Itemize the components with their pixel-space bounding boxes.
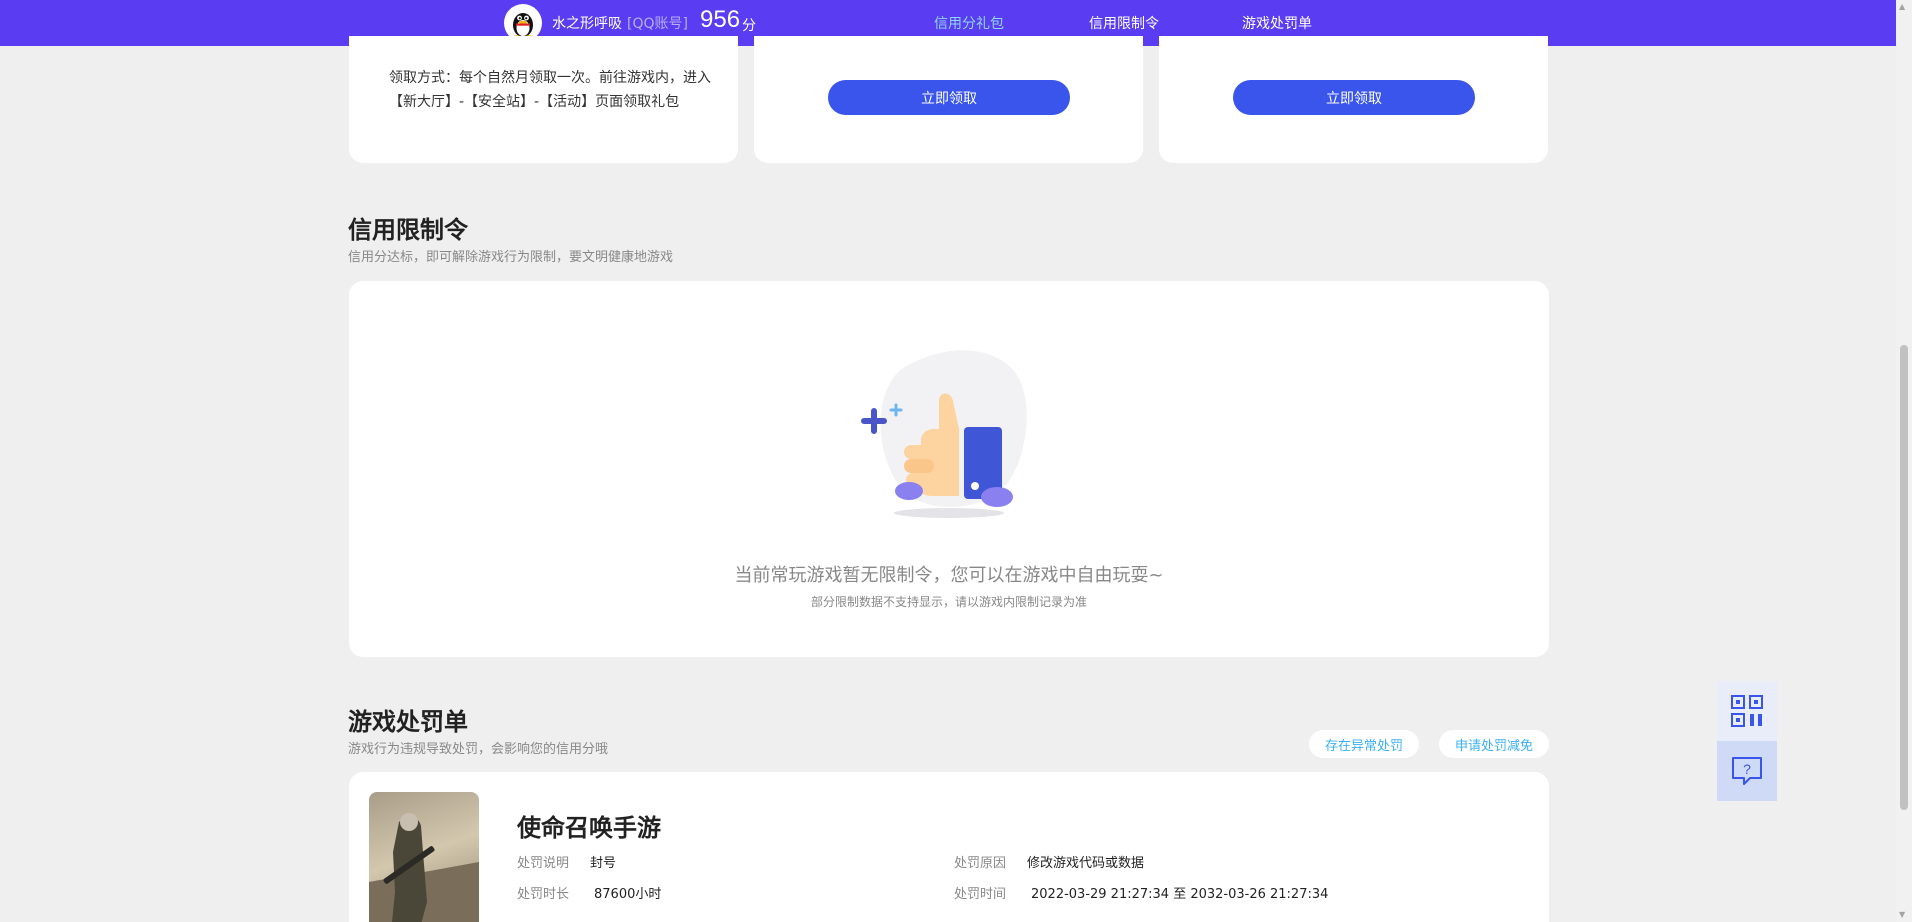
penalty-duration-label: 处罚时长 <box>517 887 570 902</box>
penalty-section-title: 游戏处罚单 <box>348 708 468 736</box>
game-cover-image <box>369 792 479 922</box>
penalty-desc-value: 封号 <box>590 856 617 871</box>
qr-code-button[interactable] <box>1717 681 1777 741</box>
penalty-card: 使命召唤手游 处罚说明 封号 处罚原因 修改游戏代码或数据 处罚时长 87600… <box>349 772 1549 922</box>
restriction-section-subtitle: 信用分达标，即可解除游戏行为限制，要文明健康地游戏 <box>348 250 674 265</box>
scroll-up-icon[interactable]: ▲ <box>1899 2 1905 11</box>
abnormal-penalty-button[interactable]: 存在异常处罚 <box>1309 730 1419 758</box>
username: 水之形呼吸 <box>552 16 622 32</box>
thumbs-up-illustration-icon <box>861 350 1027 518</box>
penalty-section-subtitle: 游戏行为违规导致处罚，会影响您的信用分哦 <box>348 742 609 757</box>
claim-now-button[interactable]: 立即领取 <box>828 80 1070 115</box>
scroll-down-icon[interactable]: ▼ <box>1899 910 1905 919</box>
restriction-section-title: 信用限制令 <box>348 216 468 244</box>
svg-text:?: ? <box>1743 761 1751 777</box>
appeal-penalty-button[interactable]: 申请处罚减免 <box>1439 730 1549 758</box>
penalty-reason-value: 修改游戏代码或数据 <box>1027 856 1145 871</box>
help-chat-icon: ? <box>1732 757 1762 785</box>
scrollbar-thumb[interactable] <box>1900 345 1908 810</box>
credit-score-unit: 分 <box>742 18 756 34</box>
tab-game-penalty[interactable]: 游戏处罚单 <box>1242 13 1312 33</box>
penalty-time-value: 2022-03-29 21:27:34 至 2032-03-26 21:27:3… <box>1031 887 1329 902</box>
tab-credit-restriction[interactable]: 信用限制令 <box>1089 13 1159 33</box>
account-type-label: [QQ账号] <box>627 16 688 32</box>
restriction-empty-message: 当前常玩游戏暂无限制令，您可以在游戏中自由玩耍~ <box>734 565 1164 586</box>
help-button[interactable]: ? <box>1717 741 1777 801</box>
penalty-time-label: 处罚时间 <box>954 887 1007 902</box>
gift-card-claim-info: 领取方式：每个自然月领取一次。前往游戏内，进入【新大厅】-【安全站】-【活动】页… <box>349 36 738 163</box>
qr-code-icon <box>1731 695 1763 727</box>
gift-card-2: 立即领取 <box>754 36 1143 163</box>
tab-credit-gift[interactable]: 信用分礼包 <box>934 13 1004 33</box>
penalty-reason-label: 处罚原因 <box>954 856 1007 871</box>
game-name: 使命召唤手游 <box>517 814 661 842</box>
restriction-empty-note: 部分限制数据不支持显示，请以游戏内限制记录为准 <box>810 595 1087 609</box>
penalty-duration-value: 87600小时 <box>594 887 662 902</box>
claim-now-button[interactable]: 立即领取 <box>1233 80 1475 115</box>
penalty-desc-label: 处罚说明 <box>517 856 570 871</box>
credit-score: 956 <box>700 6 741 33</box>
restriction-empty-card: 当前常玩游戏暂无限制令，您可以在游戏中自由玩耍~ 部分限制数据不支持显示，请以游… <box>349 281 1549 657</box>
claim-method-text: 领取方式：每个自然月领取一次。前往游戏内，进入【新大厅】-【安全站】-【活动】页… <box>389 70 711 110</box>
gift-card-3: 立即领取 <box>1159 36 1548 163</box>
